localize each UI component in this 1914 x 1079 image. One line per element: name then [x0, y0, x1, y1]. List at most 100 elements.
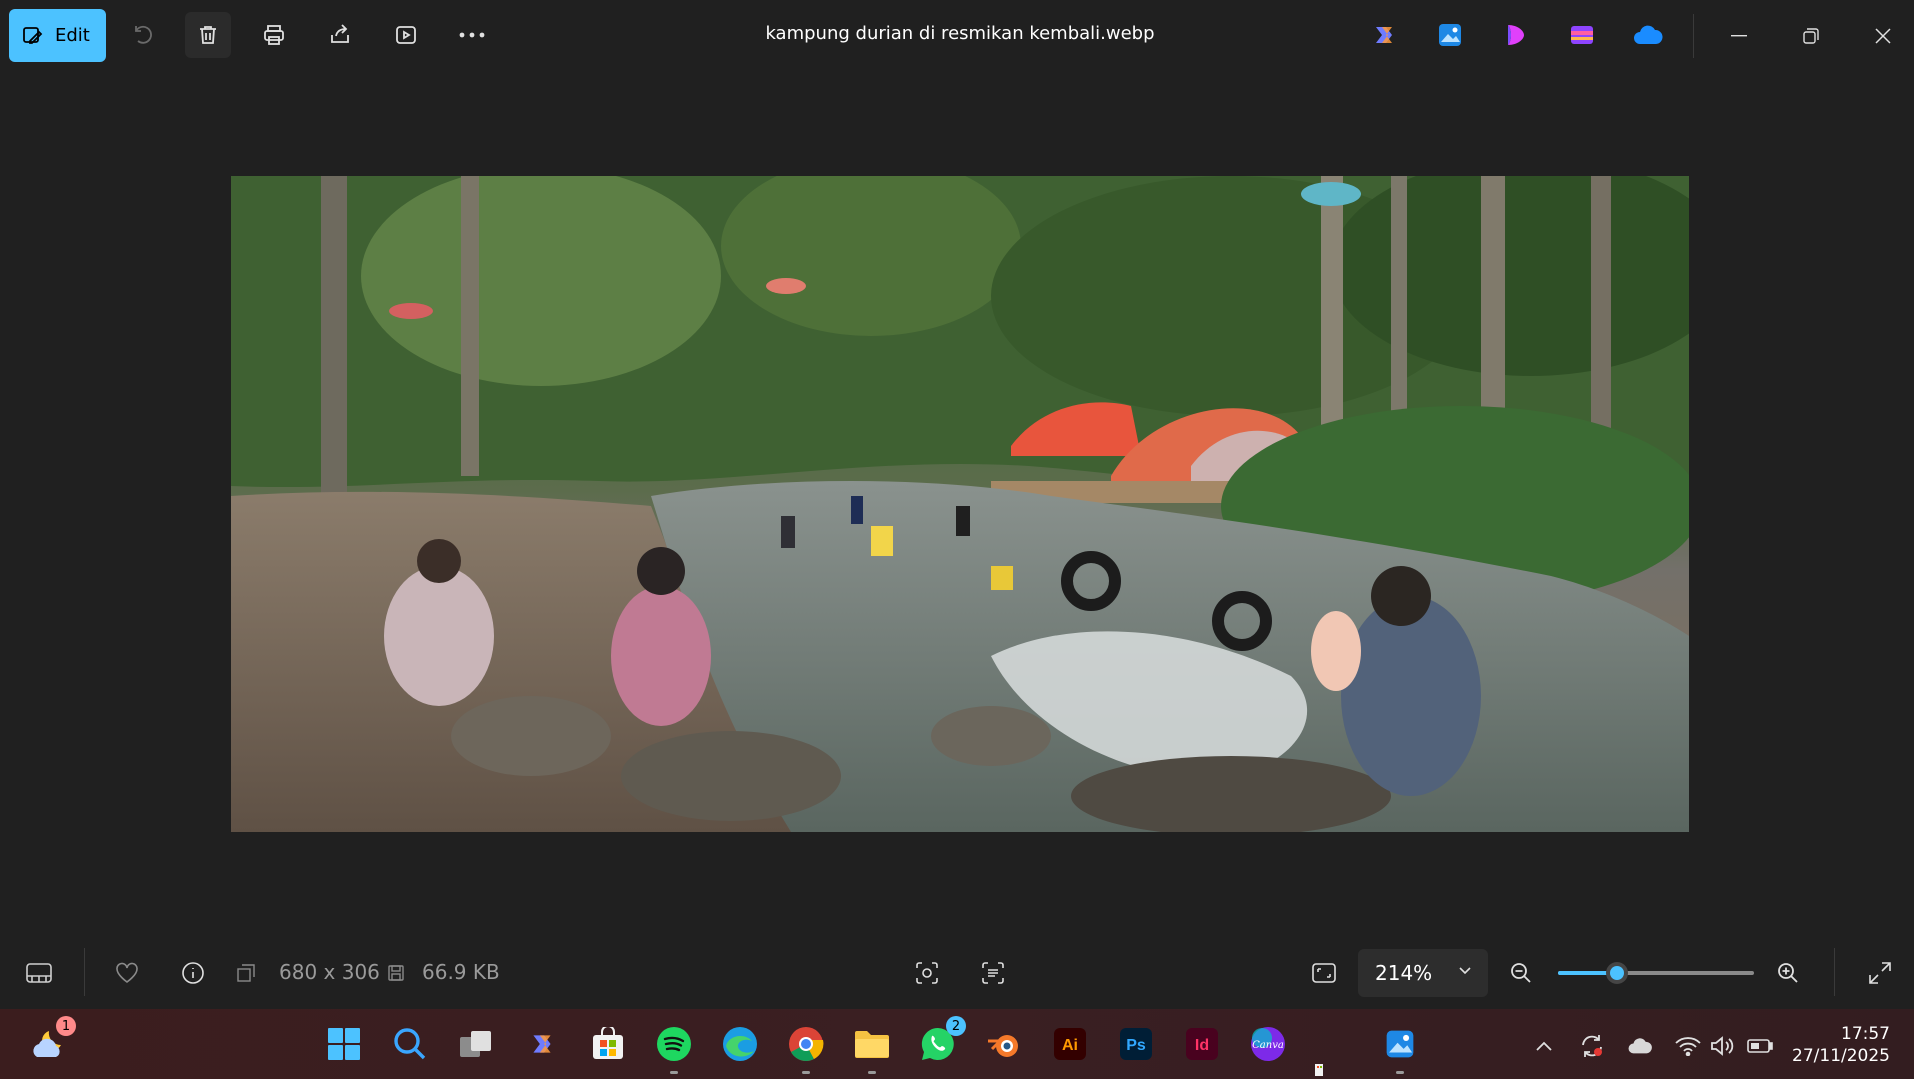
illustrator-button[interactable]: Ai: [1048, 1022, 1092, 1066]
chrome-icon: [789, 1027, 824, 1061]
windows-logo-icon: [328, 1028, 360, 1060]
more-button[interactable]: [449, 12, 495, 58]
toolbar-separator: [1693, 14, 1694, 58]
close-button[interactable]: [1858, 14, 1908, 58]
sync-status-button[interactable]: [1578, 1032, 1606, 1060]
delete-icon: [200, 26, 216, 44]
wifi-icon: [1675, 1037, 1701, 1056]
windows-taskbar: 1 2 Ai Ps Id Canva 17:57 27/11/2025: [0, 1009, 1914, 1079]
status-bar: 680 x 306 66.9 KB 214%: [0, 936, 1914, 1009]
share-button[interactable]: [317, 12, 363, 58]
fit-window-icon: [1312, 963, 1336, 983]
weather-badge: 1: [56, 1016, 76, 1036]
status-separator: [84, 948, 85, 996]
photos-app-button[interactable]: [1433, 18, 1467, 52]
delete-button[interactable]: [185, 12, 231, 58]
favorite-button[interactable]: [107, 953, 147, 993]
designer-button[interactable]: [1565, 18, 1599, 52]
zoom-slider[interactable]: [1558, 962, 1754, 984]
filmstrip-button[interactable]: [19, 953, 59, 993]
onedrive-icon: [1628, 1038, 1652, 1054]
running-indicator: [802, 1071, 810, 1074]
slideshow-icon: [396, 26, 416, 44]
onedrive-button[interactable]: [1631, 18, 1665, 52]
running-indicator: [868, 1071, 876, 1074]
copilot-taskbar-button[interactable]: [520, 1022, 564, 1066]
file-explorer-button[interactable]: [850, 1022, 894, 1074]
photos-icon: [1439, 24, 1461, 46]
clock[interactable]: 17:57 27/11/2025: [1792, 1023, 1890, 1067]
zoom-level-dropdown[interactable]: 214%: [1358, 949, 1488, 997]
copilot-icon: [1376, 27, 1392, 43]
file-size: 66.9 KB: [422, 960, 500, 984]
onedrive-icon: [1634, 25, 1663, 44]
minimize-button[interactable]: [1714, 14, 1764, 58]
text-scan-button[interactable]: [973, 953, 1013, 993]
clipchamp-icon: [1508, 25, 1524, 45]
spotify-button[interactable]: [652, 1022, 696, 1074]
search-button[interactable]: [388, 1022, 432, 1066]
restore-icon: [1803, 28, 1819, 44]
zoom-in-button[interactable]: [1768, 953, 1808, 993]
search-icon: [394, 1028, 426, 1060]
copilot-button[interactable]: [1367, 18, 1401, 52]
zoom-slider-thumb[interactable]: [1605, 962, 1628, 984]
image-dimensions: 680 x 306: [279, 960, 380, 984]
top-toolbar: Edit kampung durian di resmikan kembali.…: [0, 0, 1914, 72]
svg-text:Ai: Ai: [1062, 1037, 1078, 1054]
canva-button[interactable]: Canva: [1246, 1022, 1290, 1066]
speaker-icon: [1711, 1036, 1734, 1056]
edge-button[interactable]: [718, 1022, 762, 1066]
blender-icon: [988, 1035, 1018, 1057]
filmstrip-icon: [26, 963, 52, 983]
zoom-out-icon: [1511, 963, 1531, 983]
network-button[interactable]: [1674, 1032, 1702, 1060]
zoom-out-button[interactable]: [1501, 953, 1541, 993]
dimensions-icon: [237, 964, 255, 982]
text-scan-icon: [982, 962, 1004, 984]
zoom-in-icon: [1778, 963, 1798, 983]
dimensions-icon-wrap: [234, 953, 258, 993]
visual-search-icon: [916, 962, 938, 984]
rotate-button[interactable]: [119, 12, 165, 58]
photos-taskbar-button[interactable]: [1378, 1022, 1422, 1074]
photoshop-button[interactable]: Ps: [1114, 1022, 1158, 1066]
visual-search-button[interactable]: [907, 953, 947, 993]
onedrive-tray-button[interactable]: [1626, 1032, 1654, 1060]
slideshow-button[interactable]: [383, 12, 429, 58]
weather-widget[interactable]: 1: [26, 1016, 76, 1066]
print-button[interactable]: [251, 12, 297, 58]
microsoft-store-button[interactable]: [586, 1022, 630, 1066]
photoshop-icon: Ps: [1120, 1028, 1152, 1060]
task-view-button[interactable]: [454, 1022, 498, 1066]
chevron-up-icon: [1536, 1041, 1552, 1051]
hidden-app-button[interactable]: [1312, 1059, 1336, 1079]
file-info-button[interactable]: [173, 953, 213, 993]
start-button[interactable]: [322, 1022, 366, 1066]
sync-icon: [1582, 1035, 1602, 1057]
clipchamp-button[interactable]: [1499, 18, 1533, 52]
restore-button[interactable]: [1786, 14, 1836, 58]
battery-button[interactable]: [1746, 1032, 1774, 1060]
volume-button[interactable]: [1708, 1032, 1736, 1060]
fit-to-window-button[interactable]: [1304, 953, 1344, 993]
chevron-down-icon: [1459, 967, 1471, 975]
edit-image-icon: [23, 26, 43, 44]
blender-button[interactable]: [982, 1022, 1026, 1066]
whatsapp-button[interactable]: 2: [916, 1016, 966, 1066]
store-icon: [593, 1027, 623, 1059]
spotify-icon: [657, 1027, 691, 1061]
fullscreen-button[interactable]: [1860, 953, 1900, 993]
chrome-button[interactable]: [784, 1022, 828, 1074]
clock-date: 27/11/2025: [1792, 1046, 1890, 1066]
indesign-button[interactable]: Id: [1180, 1022, 1224, 1066]
photo-image: [231, 176, 1689, 832]
canva-icon: Canva: [1251, 1027, 1285, 1061]
show-hidden-icons-button[interactable]: [1530, 1032, 1558, 1060]
indesign-icon: Id: [1186, 1028, 1218, 1060]
share-icon: [331, 24, 349, 43]
photo-viewport[interactable]: [231, 176, 1689, 832]
filesize-icon-wrap: [384, 953, 408, 993]
heart-icon: [116, 962, 138, 983]
edit-button[interactable]: Edit: [9, 9, 106, 62]
